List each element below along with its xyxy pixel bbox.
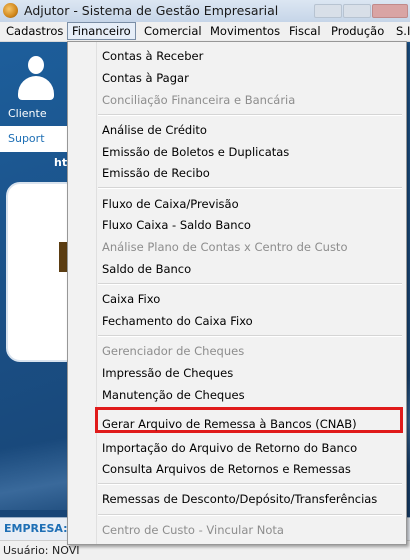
menu-fiscal[interactable]: Fiscal xyxy=(285,23,325,39)
menu-separator xyxy=(98,283,402,285)
menu-item-analise-credito[interactable]: Análise de Crédito xyxy=(102,120,207,140)
title-bar: Adjutor - Sistema de Gestão Empresarial xyxy=(0,0,410,23)
menu-item-emissao-recibo[interactable]: Emissão de Recibo xyxy=(102,163,210,183)
menu-item-conciliacao: Conciliação Financeira e Bancária xyxy=(102,93,296,107)
maximize-button[interactable] xyxy=(343,4,371,18)
menu-item-contas-pagar[interactable]: Contas à Pagar xyxy=(102,68,189,88)
menu-bar: Cadastros Financeiro Comercial Movimento… xyxy=(0,22,410,42)
empresa-label: EMPRESA: xyxy=(4,522,68,535)
menu-item-impressao-cheques[interactable]: Impressão de Cheques xyxy=(102,363,233,383)
menu-item-consulta-arquivos[interactable]: Consulta Arquivos de Retornos e Remessas xyxy=(102,459,351,479)
menu-item-analise-plano-contas: Análise Plano de Contas x Centro de Cust… xyxy=(102,240,348,254)
menu-item-contas-receber[interactable]: Contas à Receber xyxy=(102,46,203,66)
menu-item-manutencao-cheques[interactable]: Manutenção de Cheques xyxy=(102,385,245,405)
menu-separator xyxy=(98,187,402,189)
user-icon[interactable] xyxy=(18,56,54,100)
minimize-button[interactable] xyxy=(314,4,342,18)
menu-item-remessas-desconto[interactable]: Remessas de Desconto/Depósito/Transferên… xyxy=(102,489,377,509)
menu-si[interactable]: S.I xyxy=(392,23,410,39)
menu-item-gerar-remessa-cnab[interactable]: Gerar Arquivo de Remessa à Bancos (CNAB) xyxy=(102,414,357,434)
menu-item-saldo-banco[interactable]: Saldo de Banco xyxy=(102,259,191,279)
menu-separator xyxy=(98,514,402,516)
menu-item-caixa-fixo[interactable]: Caixa Fixo xyxy=(102,289,160,309)
link-fragment[interactable]: ht xyxy=(54,156,67,169)
menu-item-fluxo-caixa[interactable]: Fluxo de Caixa/Previsão xyxy=(102,194,239,214)
close-button[interactable] xyxy=(372,4,408,18)
menu-item-centro-custo: Centro de Custo - Vincular Nota xyxy=(102,523,284,537)
financeiro-dropdown: Contas à Receber Contas à Pagar Concilia… xyxy=(67,41,407,545)
menu-separator xyxy=(98,335,402,337)
menu-movimentos[interactable]: Movimentos xyxy=(206,23,284,39)
app-logo-icon xyxy=(3,3,18,18)
menu-icon-gutter xyxy=(68,42,97,544)
menu-item-importacao-retorno[interactable]: Importação do Arquivo de Retorno do Banc… xyxy=(102,438,357,458)
menu-item-fechamento-caixa[interactable]: Fechamento do Caixa Fixo xyxy=(102,311,253,331)
menu-item-fluxo-saldo-banco[interactable]: Fluxo Caixa - Saldo Banco xyxy=(102,215,251,235)
menu-producao[interactable]: Produção xyxy=(327,23,388,39)
menu-separator xyxy=(98,114,402,116)
window-title: Adjutor - Sistema de Gestão Empresarial xyxy=(24,3,279,18)
usuario-status: Usuário: NOVI xyxy=(3,544,80,557)
suporte-label[interactable]: Suport xyxy=(8,132,45,145)
clientes-label[interactable]: Cliente xyxy=(8,107,47,120)
menu-financeiro[interactable]: Financeiro xyxy=(67,22,136,40)
menu-item-gerenciador-cheques: Gerenciador de Cheques xyxy=(102,344,245,358)
menu-comercial[interactable]: Comercial xyxy=(140,23,206,39)
menu-cadastros[interactable]: Cadastros xyxy=(2,23,67,39)
menu-item-emissao-boletos[interactable]: Emissão de Boletos e Duplicatas xyxy=(102,142,289,162)
menu-separator xyxy=(98,483,402,485)
